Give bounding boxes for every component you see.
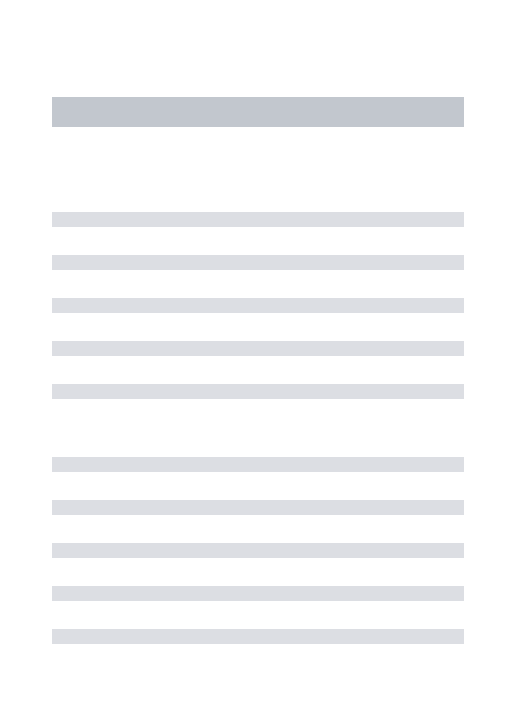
text-line-placeholder bbox=[52, 629, 464, 644]
paragraph-placeholder-2 bbox=[52, 457, 464, 644]
text-line-placeholder bbox=[52, 586, 464, 601]
text-line-placeholder bbox=[52, 384, 464, 399]
paragraph-placeholder-1 bbox=[52, 212, 464, 399]
text-line-placeholder bbox=[52, 457, 464, 472]
text-line-placeholder bbox=[52, 543, 464, 558]
text-line-placeholder bbox=[52, 341, 464, 356]
document-skeleton bbox=[0, 97, 516, 713]
text-line-placeholder bbox=[52, 255, 464, 270]
text-line-placeholder bbox=[52, 212, 464, 227]
text-line-placeholder bbox=[52, 298, 464, 313]
text-line-placeholder bbox=[52, 500, 464, 515]
title-placeholder-bar bbox=[52, 97, 464, 127]
